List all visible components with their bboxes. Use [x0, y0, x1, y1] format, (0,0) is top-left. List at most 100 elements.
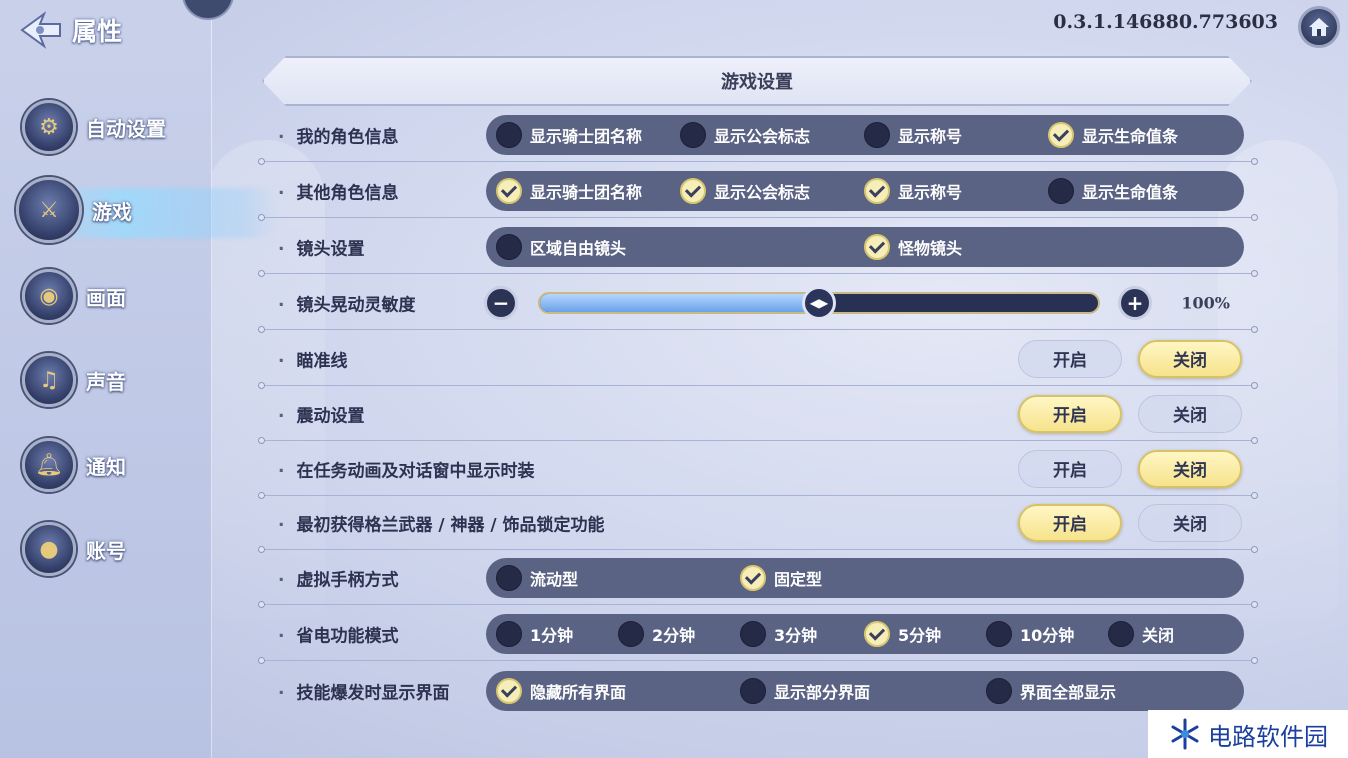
radio-option[interactable]: 5分钟 [864, 619, 941, 649]
option-label: 显示生命值条 [1082, 182, 1179, 202]
setting-row-other-character: 其他角色信息 显示骑士团名称 显示公会标志 显示称号 显示生命值条 [258, 164, 1258, 221]
setting-row-skill-burst: 技能爆发时显示界面 隐藏所有界面 显示部分界面 界面全部显示 [262, 664, 1254, 718]
home-button[interactable] [1298, 6, 1340, 48]
setting-label: 镜头晃动灵敏度 [278, 290, 415, 315]
setting-row-power-save: 省电功能模式 1分钟 2分钟 3分钟 5分钟 10分钟 关闭 [258, 607, 1258, 664]
sidebar-item-label: 自动设置 [86, 116, 166, 141]
sidebar: 属性 ⚙ 自动设置 ⚔ 游戏 ◉ 画面 ♫ 声音 🔔︎ 通知 ● 账号 [0, 0, 280, 758]
radio-option[interactable]: 界面全部显示 [986, 676, 1116, 706]
bell-icon: 🔔︎ [22, 438, 76, 492]
sidebar-item-game[interactable]: ⚔ 游戏 [16, 177, 132, 243]
decrease-button[interactable]: − [484, 285, 518, 320]
sidebar-item-label: 画面 [86, 285, 126, 310]
increase-button[interactable]: + [1118, 285, 1152, 320]
sidebar-item-label: 账号 [86, 538, 126, 563]
setting-label: 在任务动画及对话窗中显示时装 [278, 456, 534, 481]
setting-label: 其他角色信息 [278, 178, 398, 203]
checkbox-option[interactable]: 显示公会标志 [680, 120, 810, 150]
toggle-on-button[interactable]: 开启 [1018, 503, 1122, 542]
option-label: 1分钟 [530, 625, 574, 645]
option-label: 显示部分界面 [774, 683, 871, 702]
setting-label: 镜头设置 [278, 234, 364, 259]
option-label: 显示公会标志 [714, 126, 811, 146]
check-indicator [864, 121, 890, 148]
page-title: 属性 [72, 17, 123, 46]
section-title: 游戏设置 [721, 72, 793, 93]
option-bar: 显示骑士团名称 显示公会标志 显示称号 显示生命值条 [486, 170, 1244, 211]
setting-row-camera-shake: 镜头晃动灵敏度 − ◀▶ + 100% [258, 276, 1258, 333]
check-indicator [864, 620, 890, 647]
check-indicator [680, 121, 706, 148]
radio-option[interactable]: 固定型 [740, 563, 822, 593]
arrows-icon: ◀▶ [809, 295, 829, 310]
radio-option[interactable]: 2分钟 [618, 619, 695, 649]
back-arrow-icon[interactable] [18, 10, 64, 50]
option-bar: 1分钟 2分钟 3分钟 5分钟 10分钟 关闭 [486, 613, 1244, 654]
slider-handle[interactable]: ◀▶ [802, 285, 836, 320]
auto-settings-icon: ⚙ [22, 100, 76, 154]
checkbox-option[interactable]: 显示生命值条 [1048, 120, 1178, 150]
check-indicator [1048, 121, 1074, 148]
option-label: 显示骑士团名称 [530, 182, 643, 202]
setting-label: 省电功能模式 [278, 621, 398, 646]
version-text: 0.3.1.146880.773603 [1053, 11, 1278, 33]
sidebar-item-sound[interactable]: ♫ 声音 [22, 352, 126, 408]
check-indicator [496, 233, 522, 260]
setting-row-crosshair: 瞄准线 开启 关闭 [258, 332, 1258, 389]
toggle-off-button[interactable]: 关闭 [1138, 394, 1242, 433]
radio-option[interactable]: 1分钟 [496, 619, 573, 649]
sidebar-item-auto-settings[interactable]: ⚙ 自动设置 [22, 99, 166, 155]
check-indicator [986, 678, 1012, 704]
setting-label: 最初获得格兰武器 / 神器 / 饰品锁定功能 [278, 510, 604, 535]
checkbox-option[interactable]: 显示称号 [864, 176, 962, 206]
divider-dot [1251, 657, 1258, 664]
check-indicator [864, 177, 890, 204]
setting-row-costume: 在任务动画及对话窗中显示时装 开启 关闭 [258, 442, 1258, 499]
radio-option[interactable]: 显示部分界面 [740, 676, 870, 706]
check-indicator [618, 620, 644, 647]
check-indicator [986, 620, 1012, 647]
radio-option[interactable]: 流动型 [496, 563, 578, 593]
radio-option[interactable]: 隐藏所有界面 [496, 676, 626, 706]
user-icon: ● [22, 522, 76, 576]
sidebar-item-graphics[interactable]: ◉ 画面 [22, 268, 126, 324]
checkbox-option[interactable]: 显示骑士团名称 [496, 120, 642, 150]
radio-option[interactable]: 区域自由镜头 [496, 232, 626, 262]
toggle-on-button[interactable]: 开启 [1018, 449, 1122, 488]
radio-option[interactable]: 关闭 [1108, 619, 1174, 649]
option-bar: 流动型 固定型 [486, 557, 1244, 598]
music-note-icon: ♫ [22, 353, 76, 407]
option-label: 显示称号 [898, 182, 963, 202]
check-indicator [1048, 177, 1074, 204]
toggle-off-button[interactable]: 关闭 [1138, 503, 1242, 542]
radio-option[interactable]: 3分钟 [740, 619, 817, 649]
setting-row-weapon-lock: 最初获得格兰武器 / 神器 / 饰品锁定功能 开启 关闭 [258, 496, 1258, 553]
option-label: 显示生命值条 [1082, 126, 1179, 146]
check-indicator [864, 233, 890, 260]
sidebar-item-notification[interactable]: 🔔︎ 通知 [22, 437, 126, 493]
checkbox-option[interactable]: 显示公会标志 [680, 176, 810, 206]
setting-label: 瞄准线 [278, 346, 347, 371]
sidebar-item-account[interactable]: ● 账号 [22, 521, 126, 577]
checkbox-option[interactable]: 显示称号 [864, 120, 962, 150]
setting-label: 震动设置 [278, 401, 364, 426]
check-indicator [496, 678, 522, 704]
checkbox-option[interactable]: 显示生命值条 [1048, 176, 1178, 206]
sidebar-item-label: 游戏 [92, 199, 132, 224]
option-label: 关闭 [1142, 625, 1175, 645]
slider-value: 100% [1181, 293, 1230, 312]
check-indicator [740, 678, 766, 704]
option-label: 显示称号 [898, 126, 963, 146]
toggle-on-button[interactable]: 开启 [1018, 339, 1122, 378]
toggle-on-button[interactable]: 开启 [1018, 394, 1122, 433]
toggle-off-button[interactable]: 关闭 [1138, 449, 1242, 488]
check-indicator [496, 121, 522, 148]
radio-option[interactable]: 10分钟 [986, 619, 1074, 649]
check-indicator [496, 177, 522, 204]
check-indicator [496, 620, 522, 647]
sidebar-item-label: 通知 [86, 454, 126, 479]
checkbox-option[interactable]: 显示骑士团名称 [496, 176, 642, 206]
toggle-off-button[interactable]: 关闭 [1138, 339, 1242, 378]
radio-option[interactable]: 怪物镜头 [864, 232, 962, 262]
option-label: 2分钟 [652, 625, 696, 645]
